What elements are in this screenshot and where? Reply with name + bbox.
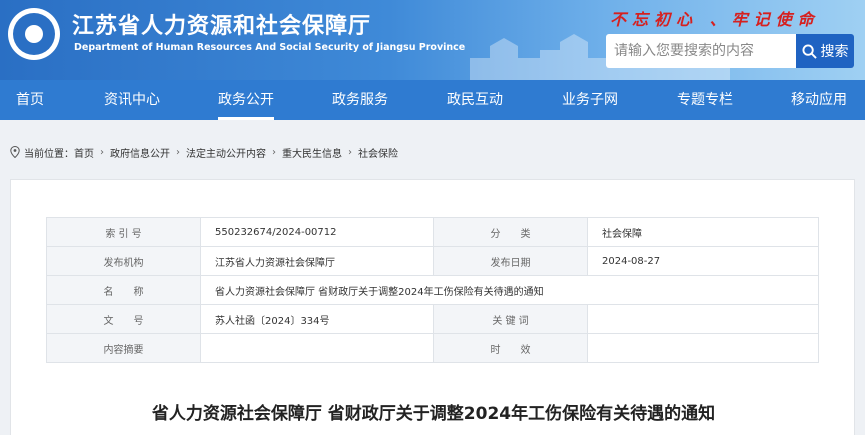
table-row: 索 引 号 550232674/2024-00712 分 类 社会保障	[46, 217, 819, 247]
meta-key-keywords: 关 键 词	[433, 304, 588, 334]
breadcrumb-separator: ›	[100, 146, 104, 158]
document-meta-table: 索 引 号 550232674/2024-00712 分 类 社会保障 发布机构…	[46, 217, 819, 363]
article-title: 省人力资源社会保障厅 省财政厅关于调整2024年工伤保险有关待遇的通知	[151, 404, 716, 424]
meta-value-summary	[200, 333, 434, 363]
breadcrumb-gov-info[interactable]: 政府信息公开	[110, 145, 170, 160]
meta-value-validity	[587, 333, 819, 363]
breadcrumb-prefix: 当前位置：	[24, 148, 74, 160]
meta-key-index: 索 引 号	[46, 217, 201, 247]
nav-item-subsites[interactable]: 业务子网	[562, 80, 618, 120]
slogan: 不忘初心 、牢记使命	[610, 10, 820, 29]
breadcrumb-livelihood[interactable]: 重大民生信息	[282, 145, 342, 160]
table-row: 发布机构 江苏省人力资源社会保障厅 发布日期 2024-08-27	[46, 246, 819, 276]
site-header: 江苏省人力资源和社会保障厅 Department of Human Resour…	[0, 0, 865, 80]
breadcrumb-statutory[interactable]: 法定主动公开内容	[186, 145, 266, 160]
nav-item-interaction[interactable]: 政民互动	[447, 80, 503, 120]
meta-key-category: 分 类	[433, 217, 588, 247]
search-input[interactable]	[606, 34, 796, 68]
meta-key-date: 发布日期	[433, 246, 588, 276]
search-icon	[801, 43, 817, 59]
meta-value-index: 550232674/2024-00712	[200, 217, 434, 247]
breadcrumb: 当前位置： 首页 › 政府信息公开 › 法定主动公开内容 › 重大民生信息 › …	[10, 143, 398, 161]
nav-item-gov-open[interactable]: 政务公开	[218, 80, 274, 120]
nav-item-news[interactable]: 资讯中心	[104, 80, 160, 120]
meta-key-publisher: 发布机构	[46, 246, 201, 276]
content-panel: 索 引 号 550232674/2024-00712 分 类 社会保障 发布机构…	[10, 179, 855, 435]
breadcrumb-social-insurance[interactable]: 社会保险	[358, 145, 398, 160]
meta-value-keywords	[587, 304, 819, 334]
meta-key-name: 名 称	[46, 275, 201, 305]
breadcrumb-separator: ›	[176, 146, 180, 158]
location-pin-icon	[10, 146, 20, 158]
nav-item-gov-service[interactable]: 政务服务	[332, 80, 388, 120]
meta-value-publisher: 江苏省人力资源社会保障厅	[200, 246, 434, 276]
breadcrumb-separator: ›	[272, 146, 276, 158]
table-row: 名 称 省人力资源社会保障厅 省财政厅关于调整2024年工伤保险有关待遇的通知	[46, 275, 819, 305]
meta-key-summary: 内容摘要	[46, 333, 201, 363]
meta-value-doc-number: 苏人社函〔2024〕334号	[200, 304, 434, 334]
nav-item-home[interactable]: 首页	[16, 80, 44, 120]
meta-key-validity: 时 效	[433, 333, 588, 363]
meta-key-doc-number: 文 号	[46, 304, 201, 334]
meta-value-name: 省人力资源社会保障厅 省财政厅关于调整2024年工伤保险有关待遇的通知	[200, 275, 819, 305]
nav-item-topics[interactable]: 专题专栏	[677, 80, 733, 120]
search-button[interactable]: 搜索	[796, 34, 854, 68]
breadcrumb-home[interactable]: 首页	[74, 145, 94, 160]
table-row: 内容摘要 时 效	[46, 333, 819, 363]
nav-item-mobile[interactable]: 移动应用	[791, 80, 847, 120]
site-title: 江苏省人力资源和社会保障厅	[72, 14, 372, 39]
search-button-label: 搜索	[820, 44, 849, 60]
meta-value-date: 2024-08-27	[587, 246, 819, 276]
meta-value-category: 社会保障	[587, 217, 819, 247]
site-title-en: Department of Human Resources And Social…	[74, 42, 466, 53]
logo-emblem-icon	[13, 13, 55, 55]
table-row: 文 号 苏人社函〔2024〕334号 关 键 词	[46, 304, 819, 334]
breadcrumb-separator: ›	[348, 146, 352, 158]
main-nav: 首页 资讯中心 政务公开 政务服务 政民互动 业务子网 专题专栏 移动应用	[0, 80, 865, 120]
site-logo[interactable]	[8, 8, 60, 60]
